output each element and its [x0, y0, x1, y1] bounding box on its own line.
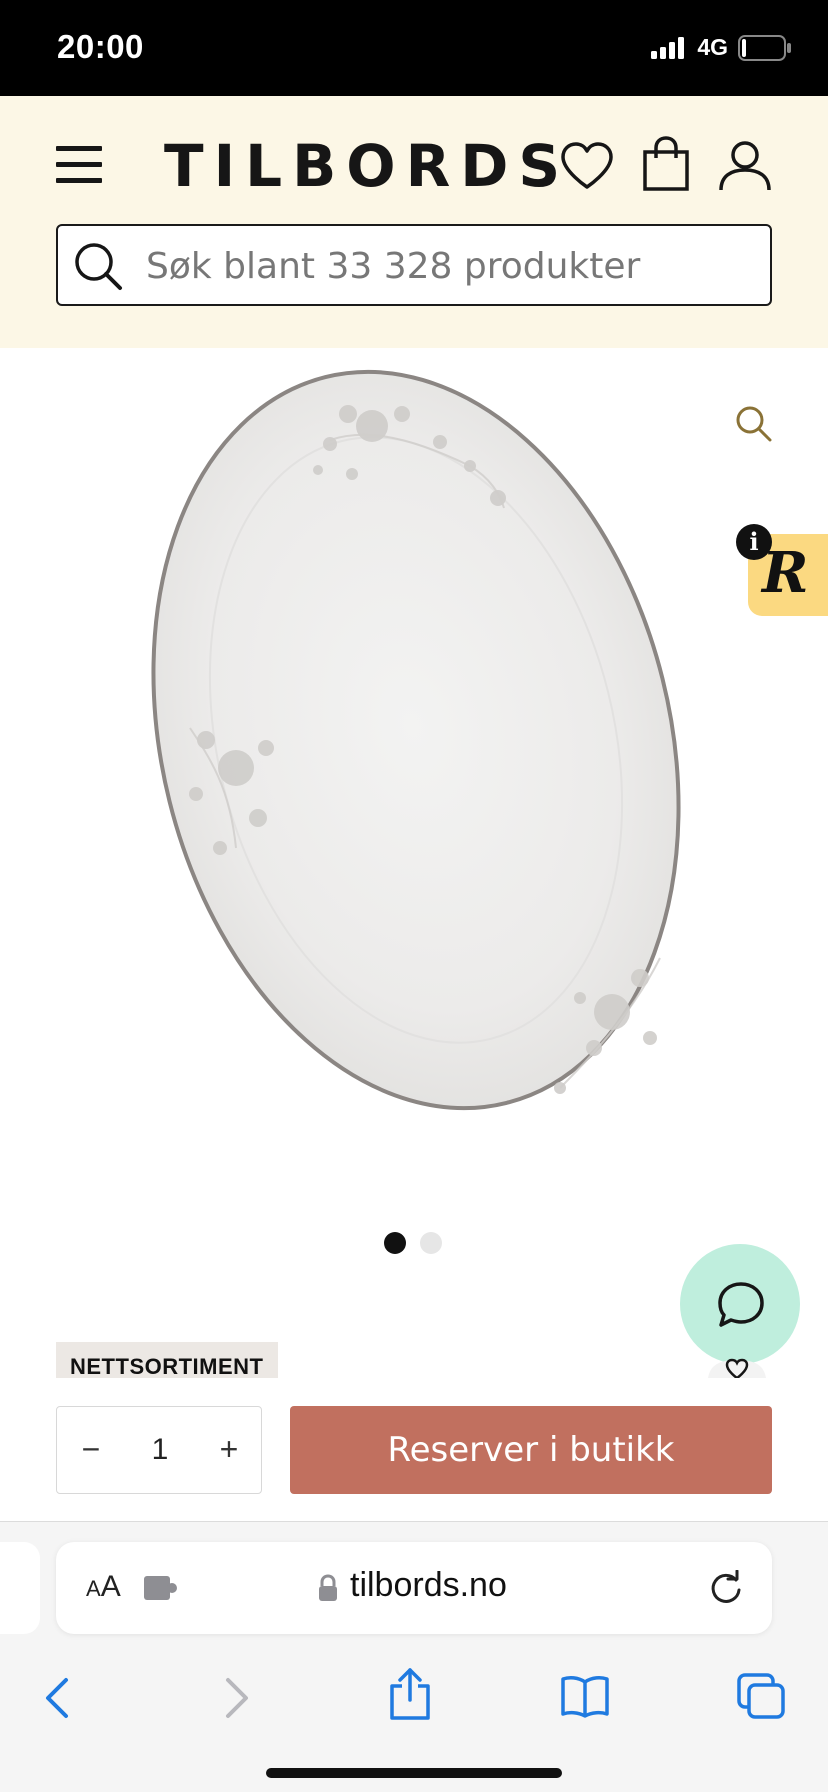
chat-button[interactable] [680, 1244, 800, 1364]
back-icon[interactable] [42, 1676, 72, 1720]
share-icon[interactable] [388, 1666, 432, 1722]
search-placeholder: Søk blant 33 328 produkter [146, 246, 641, 287]
wishlist-heart-icon[interactable] [700, 1356, 774, 1378]
text-size-small: A [86, 1576, 101, 1601]
assortment-badge: NETTSORTIMENT [56, 1342, 278, 1378]
status-time: 20:00 [57, 28, 144, 65]
reviews-info-icon[interactable]: i [736, 524, 772, 560]
carousel-dot-active[interactable] [384, 1232, 406, 1254]
product-image[interactable] [0, 348, 828, 1208]
search-icon [75, 243, 122, 290]
tabs-icon[interactable] [736, 1672, 786, 1720]
increment-button[interactable]: + [207, 1427, 251, 1471]
status-bar: 20:00 4G [0, 0, 828, 96]
reserve-in-store-button[interactable]: Reserver i butikk [290, 1406, 772, 1494]
address-bar[interactable]: AA tilbords.no [56, 1542, 772, 1634]
signal-icon [651, 36, 685, 59]
carousel-dots [384, 1232, 442, 1254]
search-input[interactable]: Søk blant 33 328 produkter [56, 224, 772, 306]
battery-icon [738, 34, 791, 61]
status-indicators: 4G [651, 34, 792, 61]
carousel-dot[interactable] [420, 1232, 442, 1254]
zoom-icon[interactable] [734, 404, 774, 444]
quantity-value[interactable]: 1 [137, 1433, 183, 1467]
shopping-bag-icon[interactable] [642, 136, 690, 192]
site-logo[interactable]: TILBORDS [164, 132, 570, 200]
user-icon[interactable] [718, 140, 772, 192]
product-image-area [0, 348, 828, 1278]
quantity-stepper[interactable]: − 1 + [56, 1406, 262, 1494]
decrement-button[interactable]: − [69, 1427, 113, 1471]
lock-icon [319, 1574, 337, 1601]
site-header: TILBORDS Søk blant 33 328 produkter [0, 96, 828, 348]
previous-tab-stub[interactable] [0, 1542, 40, 1634]
browser-toolbar [0, 1654, 828, 1744]
reload-icon[interactable] [708, 1570, 744, 1606]
puzzle-icon[interactable] [144, 1572, 178, 1602]
menu-icon[interactable] [56, 144, 102, 186]
chat-icon [718, 1282, 764, 1327]
heart-icon[interactable] [560, 142, 614, 190]
text-size-button[interactable]: AA [86, 1570, 121, 1604]
purchase-bar: − 1 + Reserver i butikk [0, 1378, 828, 1522]
bookmarks-icon[interactable] [560, 1674, 610, 1718]
network-label: 4G [697, 34, 728, 60]
browser-chrome: AA tilbords.no [0, 1522, 828, 1792]
forward-icon[interactable] [222, 1676, 252, 1720]
home-indicator [266, 1768, 562, 1778]
url-text[interactable]: tilbords.no [350, 1566, 507, 1605]
text-size-large: A [100, 1570, 121, 1603]
